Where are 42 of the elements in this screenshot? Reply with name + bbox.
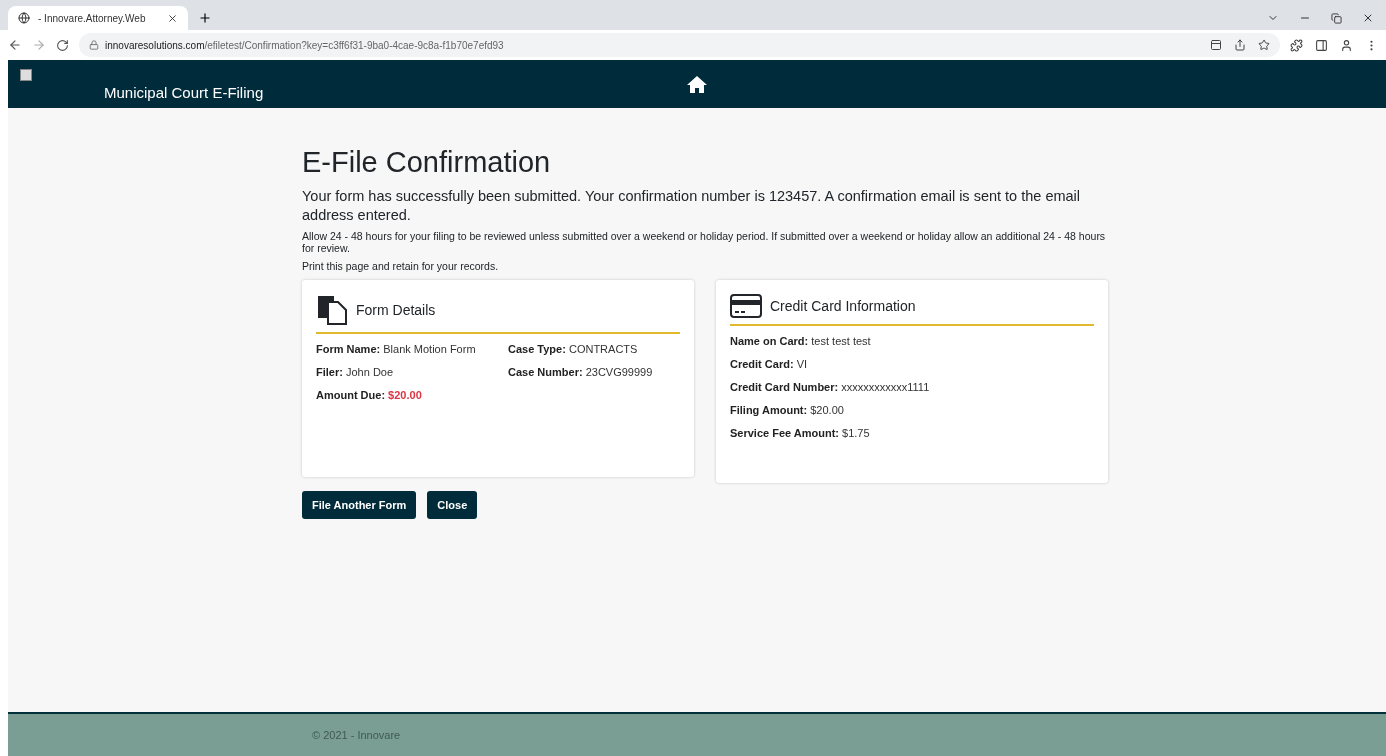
action-button[interactable]: File Another Form (302, 491, 417, 519)
navbar-brand[interactable]: Municipal Court E-Filing (104, 84, 264, 101)
profile-icon[interactable] (1340, 38, 1353, 52)
address-bar[interactable]: innovaresolutions.com/efiletest/Confirmation?key=c3ff6f31-9ba0-4cae-9c8a-f1b70e7efd93 (79, 33, 1280, 57)
field-text: Credit Card Number: xxxxxxxxxxxx1111 (730, 380, 930, 395)
credit-card-icon (730, 294, 762, 318)
share-icon[interactable] (1234, 39, 1246, 51)
close-window-icon[interactable] (1362, 12, 1374, 24)
card-title: Form Details (356, 302, 436, 318)
browser-tab[interactable]: - Innovare.Attorney.Web (8, 6, 188, 30)
page-title: E-File Confirmation (302, 146, 552, 179)
broken-image-icon (20, 69, 32, 81)
field-text: Credit Card: VI (730, 357, 809, 372)
action-button[interactable]: Close (427, 491, 478, 519)
document-icon (316, 294, 348, 326)
new-tab-icon[interactable] (198, 11, 212, 25)
puzzle-icon[interactable] (1290, 38, 1303, 52)
lock-icon (89, 40, 99, 50)
tab-title: - Innovare.Attorney.Web (38, 12, 147, 24)
confirmation-message: Your form has successfully been submitted. Your confirmation number is 123457. A confirmation email is sent to the email address entered. (302, 187, 1082, 225)
note-text: Print this page and retain for your records. (302, 260, 500, 272)
url-text: innovaresolutions.com/efiletest/Confirmation?key=c3ff6f31-9ba0-4cae-9c8a-f1b70e7efd93 (105, 39, 504, 51)
restore-icon[interactable] (1331, 12, 1342, 24)
note-text: Allow 24 - 48 hours for your filing to be reviewed unless submitted over a weekend or holiday period. If submitted over a weekend or holiday allow an additional 24 - 48 hours for review. (302, 230, 1107, 254)
back-icon[interactable] (8, 38, 22, 52)
field-text: Form Name: Blank Motion Form (316, 342, 477, 357)
side-panel-icon[interactable] (1315, 38, 1328, 52)
card-title: Credit Card Information (770, 298, 916, 314)
field-text: Name on Card: test test test (730, 334, 872, 349)
field-text: Filer: John Doe (316, 365, 395, 380)
close-icon[interactable] (167, 12, 178, 24)
field-text: Amount Due: $20.00 (316, 388, 423, 403)
field-text: Case Number: 23CVG99999 (508, 365, 653, 380)
copyright-text: © 2021 - Innovare (312, 729, 401, 741)
star-icon[interactable] (1258, 39, 1270, 51)
reload-icon[interactable] (56, 38, 69, 52)
field-text: Service Fee Amount: $1.75 (730, 426, 871, 441)
globe-icon (18, 12, 30, 24)
home-icon[interactable] (687, 75, 707, 93)
tab-icon[interactable] (1210, 39, 1222, 51)
field-text: Case Type: CONTRACTS (508, 342, 639, 357)
field-text: Filing Amount: $20.00 (730, 403, 845, 418)
